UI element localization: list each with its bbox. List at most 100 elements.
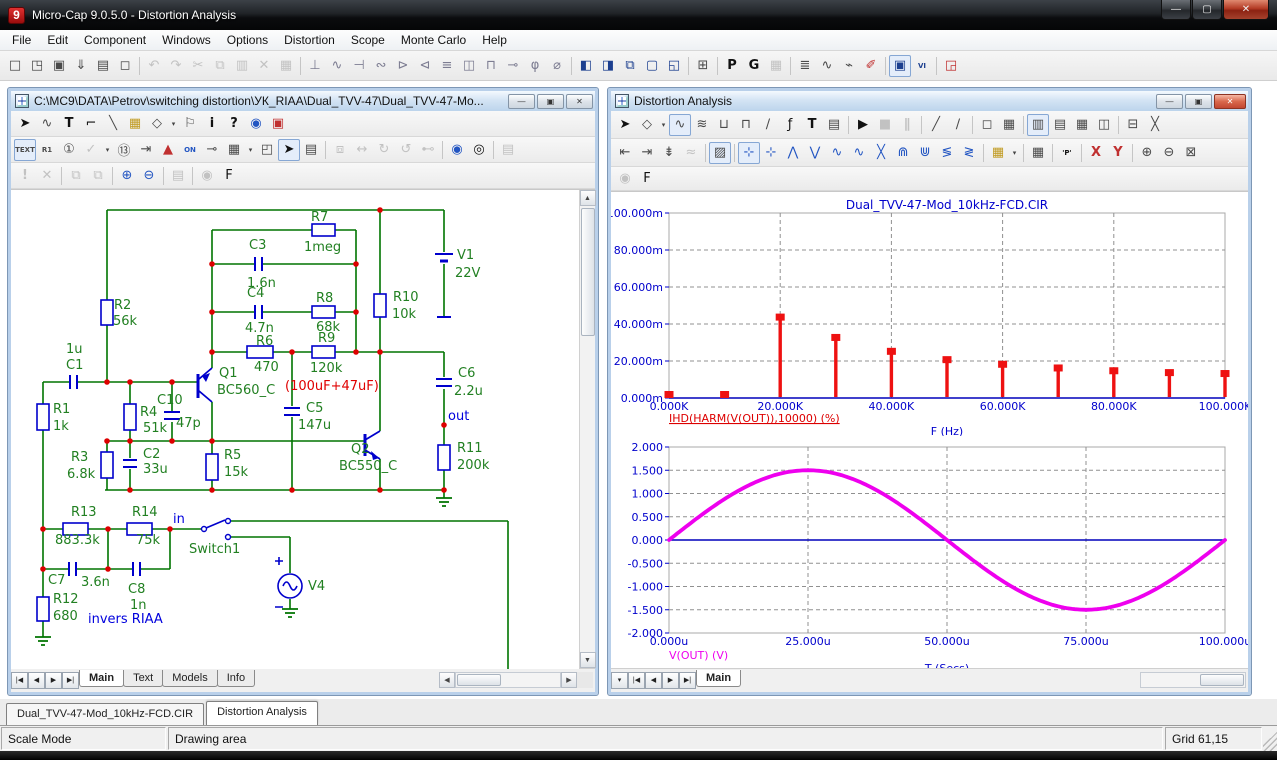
vip-dropdown[interactable]: ▾: [102, 139, 113, 161]
global-high-button[interactable]: ⋓: [914, 142, 936, 164]
shape-dropdown[interactable]: ▾: [658, 114, 669, 136]
document-tab[interactable]: Distortion Analysis: [206, 701, 318, 725]
clear-errors-button[interactable]: ✕: [36, 165, 58, 187]
horizontal-grid-button[interactable]: ▤: [1049, 114, 1071, 136]
inductor-component-button[interactable]: ∾: [370, 55, 392, 77]
point-tag-button[interactable]: P: [721, 55, 743, 77]
global-low-button[interactable]: ≶: [936, 142, 958, 164]
tag-horizontal-button[interactable]: ⇥: [636, 142, 658, 164]
schematic-vscrollbar[interactable]: ▲ ▼: [579, 190, 595, 668]
print-button[interactable]: ▤: [92, 55, 114, 77]
measure-vertical-button[interactable]: ⊓: [735, 114, 757, 136]
properties-button[interactable]: ▤: [823, 114, 845, 136]
maximize-window-button[interactable]: ▢: [641, 55, 663, 77]
calculator-button[interactable]: ⊞: [692, 55, 714, 77]
bus-button[interactable]: ▦: [124, 113, 146, 135]
save-button[interactable]: ▣: [48, 55, 70, 77]
paste-button[interactable]: ▥: [231, 55, 253, 77]
scope-mode-button[interactable]: ▣: [889, 55, 911, 77]
harmonic-distortion-chart[interactable]: Dual_TVV-47-Mod_10kHz-FCD.CIR0.000m20.00…: [611, 196, 1248, 436]
cursor-vertical-button[interactable]: ⊹: [760, 142, 782, 164]
cascade-windows-button[interactable]: ⧉: [619, 55, 641, 77]
line-mode-button[interactable]: ╲: [102, 113, 124, 135]
zoom-in-button[interactable]: ⊕: [1136, 142, 1158, 164]
cursor-mode-button[interactable]: ➤: [278, 139, 300, 161]
wire-mode-button[interactable]: ⌐: [80, 113, 102, 135]
pin-connections-button[interactable]: ⊸: [201, 139, 223, 161]
schematic-close-button[interactable]: ✕: [566, 94, 593, 109]
measure-horizontal-button[interactable]: ⊔: [713, 114, 735, 136]
page-tab[interactable]: Main: [696, 670, 741, 687]
solid-line-button[interactable]: ╱: [925, 114, 947, 136]
schematic-canvas[interactable]: R71megC31.6nC44.7nR6470R868kR9120kR1010k…: [11, 190, 579, 669]
next-page-button[interactable]: ▶: [662, 672, 679, 689]
slope-button[interactable]: ∕: [757, 114, 779, 136]
rotate-button[interactable]: ↻: [373, 139, 395, 161]
peak-button[interactable]: ⋀: [782, 142, 804, 164]
shape-button[interactable]: ◇: [146, 113, 168, 135]
grid-button[interactable]: ▦: [765, 55, 787, 77]
font-button[interactable]: F: [636, 168, 658, 190]
date-stamp-button[interactable]: ⑬: [113, 139, 135, 161]
resize-grip[interactable]: [1263, 726, 1277, 751]
properties-button[interactable]: ▤: [300, 139, 322, 161]
current-display-button[interactable]: ⇥: [135, 139, 157, 161]
vertical-grid-button[interactable]: ▥: [1027, 114, 1049, 136]
diode-reverse-component-button[interactable]: ⊲: [414, 55, 436, 77]
grid-text-button[interactable]: G: [743, 55, 765, 77]
menu-item[interactable]: File: [4, 31, 39, 49]
high-button[interactable]: ∿: [826, 142, 848, 164]
scroll-up-icon[interactable]: ▲: [580, 190, 596, 206]
tag-left-button[interactable]: ⇤: [614, 142, 636, 164]
run-button[interactable]: ▶: [852, 114, 874, 136]
function-button[interactable]: ƒ: [779, 114, 801, 136]
select-mode-button[interactable]: ➤: [614, 114, 636, 136]
cursor-window-button[interactable]: ▨: [709, 142, 731, 164]
tangent-button[interactable]: ╳: [1144, 114, 1166, 136]
border-display-button[interactable]: ◰: [256, 139, 278, 161]
pause-button[interactable]: ∥: [896, 114, 918, 136]
component-mode-button[interactable]: ∿: [36, 113, 58, 135]
cursor-horizontal-button[interactable]: ⊹: [738, 142, 760, 164]
schematic-window-titlebar[interactable]: C:\MC9\DATA\Petrov\switching distortion\…: [11, 91, 595, 111]
menu-item[interactable]: Windows: [154, 31, 219, 49]
app-titlebar[interactable]: 9 Micro-Cap 9.0.5.0 - Distortion Analysi…: [0, 0, 1277, 30]
info-mode-button[interactable]: i: [201, 113, 223, 135]
probe-tool-button[interactable]: ✐: [860, 55, 882, 77]
document-tab[interactable]: Dual_TVV-47-Mod_10kHz-FCD.CIR: [6, 703, 204, 725]
mirror-button[interactable]: ⊷: [417, 139, 439, 161]
text-mode-button[interactable]: T: [801, 114, 823, 136]
zoom-out-button[interactable]: ⊖: [1158, 142, 1180, 164]
align-cursors-button[interactable]: ≈: [680, 142, 702, 164]
branch-dropdown[interactable]: ▾: [1009, 142, 1020, 164]
last-page-button[interactable]: ▶|: [679, 672, 696, 689]
connector-button[interactable]: ⊸: [502, 55, 524, 77]
analysis-window-titlebar[interactable]: Distortion Analysis — ▣ ✕: [611, 91, 1248, 111]
find-next-button[interactable]: ◎: [468, 139, 490, 161]
menu-item[interactable]: Options: [219, 31, 276, 49]
phase-source-button[interactable]: φ: [524, 55, 546, 77]
text-attributes-button[interactable]: TEXT: [14, 139, 36, 161]
inflection-button[interactable]: ⋒: [892, 142, 914, 164]
analysis-hscroll-track[interactable]: [1140, 672, 1246, 688]
opamp-component-button[interactable]: ◫: [458, 55, 480, 77]
help-mode-button[interactable]: ?: [223, 113, 245, 135]
menu-item[interactable]: Monte Carlo: [393, 31, 474, 49]
text-mode-button[interactable]: T: [58, 113, 80, 135]
link-button[interactable]: ◉: [245, 113, 267, 135]
next-sheet-button[interactable]: ▶: [45, 672, 62, 689]
power-display-button[interactable]: ▲: [157, 139, 179, 161]
step-back-button[interactable]: ⧉: [65, 165, 87, 187]
zoom-in-button[interactable]: ⊕: [116, 165, 138, 187]
data-points-button[interactable]: ◻: [976, 114, 998, 136]
tab-list-button[interactable]: ▾: [611, 672, 628, 689]
schematic-minimize-button[interactable]: —: [508, 94, 535, 109]
stretch-button[interactable]: ↔: [351, 139, 373, 161]
baseline-button[interactable]: ⊟: [1122, 114, 1144, 136]
x-axis-settings-button[interactable]: X: [1085, 142, 1107, 164]
analysis-window-button[interactable]: ◲: [940, 55, 962, 77]
cursor-mode-button[interactable]: ≋: [691, 114, 713, 136]
print-preview-button[interactable]: ◻: [114, 55, 136, 77]
cut-button[interactable]: ✂: [187, 55, 209, 77]
open-file-button[interactable]: ◳: [26, 55, 48, 77]
